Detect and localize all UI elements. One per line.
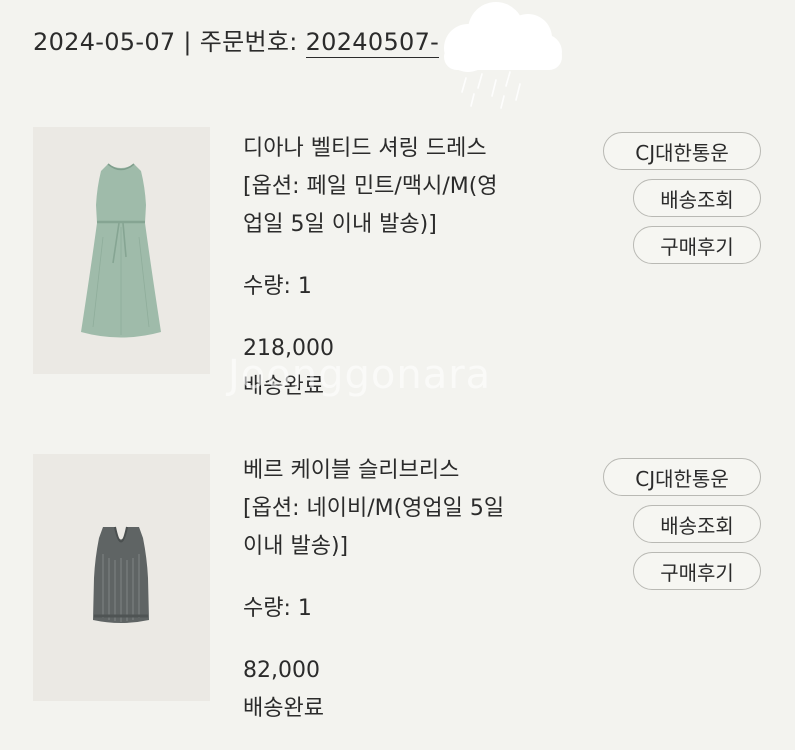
order-header: 2024-05-07 | 주문번호: 20240507- xyxy=(33,22,440,58)
product-image-knit-vest[interactable] xyxy=(33,454,210,701)
product-name[interactable]: 디아나 벨티드 셔링 드레스 xyxy=(243,130,553,168)
dress-icon xyxy=(33,127,210,374)
write-review-button[interactable]: 구매후기 xyxy=(633,552,761,590)
product-option: [옵션: 페일 민트/맥시/M(영 xyxy=(243,174,498,199)
order-number[interactable]: 20240507- xyxy=(305,28,440,58)
product-option: [옵션: 네이비/M(영업일 5일 xyxy=(243,496,505,521)
delivery-status: 배송완료 xyxy=(243,696,324,721)
product-info: 베르 케이블 슬리브리스 [옵션: 네이비/M(영업일 5일 이내 발송)] 수… xyxy=(243,452,553,728)
knit-vest-icon xyxy=(33,454,210,701)
product-price: 82,000 xyxy=(243,658,320,683)
product-option: 이내 발송)] xyxy=(243,534,349,559)
carrier-button[interactable]: CJ대한통운 xyxy=(603,132,761,170)
write-review-button[interactable]: 구매후기 xyxy=(633,226,761,264)
product-name[interactable]: 베르 케이블 슬리브리스 xyxy=(243,452,553,490)
header-separator: | xyxy=(183,28,192,56)
watermark: Joonggonara xyxy=(228,352,492,398)
cloud-icon xyxy=(444,2,562,109)
product-image-dress[interactable] xyxy=(33,127,210,374)
product-option: 업일 5일 이내 발송)] xyxy=(243,212,437,237)
order-number-label: 주문번호: xyxy=(199,28,298,56)
product-quantity: 수량: 1 xyxy=(243,596,312,621)
track-delivery-button[interactable]: 배송조회 xyxy=(633,505,761,543)
product-quantity: 수량: 1 xyxy=(243,274,312,299)
order-date: 2024-05-07 xyxy=(33,28,176,56)
carrier-button[interactable]: CJ대한통운 xyxy=(603,458,761,496)
track-delivery-button[interactable]: 배송조회 xyxy=(633,179,761,217)
